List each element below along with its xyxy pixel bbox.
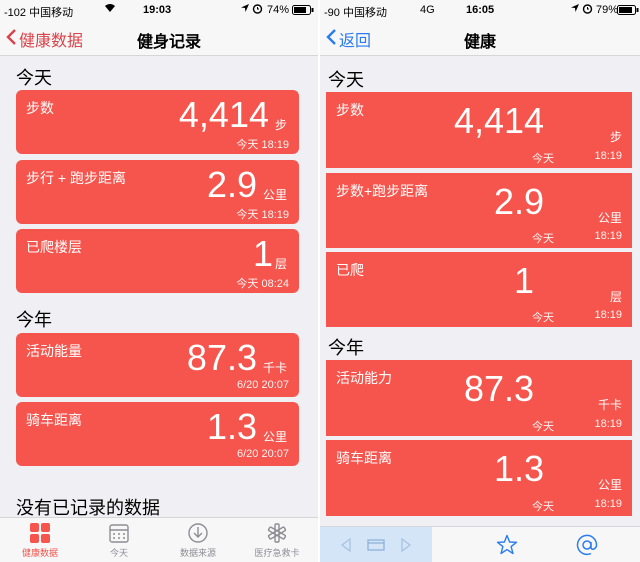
star-icon[interactable] bbox=[496, 534, 518, 561]
battery-percent: 79% bbox=[596, 4, 619, 16]
card-value: 1.3 bbox=[206, 406, 257, 447]
tab-label: 今天 bbox=[109, 548, 128, 558]
card-value: 4,414 bbox=[453, 100, 545, 141]
battery-percent: 74% bbox=[267, 4, 290, 16]
card-label: 活动能量 bbox=[26, 343, 82, 359]
card-unit: 公里 bbox=[597, 478, 622, 492]
signal-carrier: -90 中国移动 bbox=[324, 7, 387, 19]
card-time: 6/20 20:07 bbox=[237, 379, 289, 391]
card-cycling-distance[interactable]: 骑车距离 1.3 公里 今天 18:19 bbox=[326, 440, 632, 516]
status-time: 16:05 bbox=[466, 4, 495, 16]
card-time: 18:19 bbox=[594, 309, 622, 321]
card-unit: 步 bbox=[274, 118, 287, 132]
card-day: 今天 bbox=[532, 153, 554, 165]
location-icon bbox=[570, 3, 580, 16]
card-unit: 公里 bbox=[262, 188, 287, 202]
tab-sources[interactable]: 数据来源 bbox=[158, 522, 238, 559]
card-floors-climbed[interactable]: 已爬 1 层 今天 18:19 bbox=[326, 252, 632, 327]
card-time: 18:19 bbox=[594, 498, 622, 510]
network-type: 4G bbox=[420, 4, 435, 16]
dashboard-icon bbox=[0, 522, 80, 544]
alarm-icon bbox=[582, 3, 593, 17]
page-title: 健康 bbox=[463, 34, 496, 51]
card-day: 今天 bbox=[532, 233, 554, 245]
card-unit: 千卡 bbox=[262, 361, 287, 375]
section-today: 今天 bbox=[328, 70, 364, 90]
left-arrow-icon[interactable] bbox=[340, 537, 352, 557]
card-unit: 步 bbox=[609, 130, 622, 144]
nav-bar: 健康数据 健身记录 bbox=[0, 20, 318, 56]
page-title: 健身记录 bbox=[136, 34, 201, 51]
card-time: 18:19 bbox=[594, 230, 622, 242]
tab-today[interactable]: 今天 bbox=[79, 522, 159, 559]
card-walk-run-distance[interactable]: 步数+跑步距离 2.9 公里 今天 18:19 bbox=[326, 173, 632, 248]
medical-id-icon bbox=[237, 522, 317, 544]
tab-label: 健康数据 bbox=[21, 548, 58, 558]
download-icon bbox=[158, 522, 238, 544]
wifi-icon bbox=[104, 3, 116, 16]
alarm-icon bbox=[252, 3, 263, 17]
nav-bar: 返回 健康 bbox=[320, 20, 640, 56]
section-year: 今年 bbox=[16, 310, 52, 330]
card-time: 今天 18:19 bbox=[236, 139, 289, 151]
tab-health-data[interactable]: 健康数据 bbox=[0, 522, 80, 559]
status-bar: -90 中国移动 4G 16:05 79% bbox=[320, 0, 640, 20]
location-icon bbox=[240, 3, 250, 16]
card-walk-run-distance[interactable]: 步行 + 跑步距离 2.9 公里 今天 18:19 bbox=[16, 160, 299, 224]
tab-label: 医疗急救卡 bbox=[254, 548, 300, 558]
browser-toolbar bbox=[320, 526, 640, 562]
card-label: 骑车距离 bbox=[26, 412, 82, 428]
card-label: 已爬楼层 bbox=[26, 239, 82, 255]
card-day: 今天 bbox=[532, 312, 554, 324]
section-today: 今天 bbox=[16, 68, 52, 88]
left-screen: -102 中国移动 19:03 74% 健康数据 健身记录 今天 步数 4,41… bbox=[0, 0, 318, 562]
card-unit: 公里 bbox=[262, 430, 287, 444]
card-time: 18:19 bbox=[594, 150, 622, 162]
card-value: 2.9 bbox=[206, 164, 257, 205]
card-time: 今天 08:24 bbox=[236, 278, 289, 290]
card-value: 87.3 bbox=[463, 368, 535, 409]
section-year: 今年 bbox=[328, 338, 364, 358]
tab-label: 数据来源 bbox=[179, 548, 216, 558]
card-steps[interactable]: 步数 4,414 步 今天 18:19 bbox=[16, 90, 299, 154]
card-unit: 公里 bbox=[597, 211, 622, 225]
card-active-energy[interactable]: 活动能力 87.3 千卡 今天 18:19 bbox=[326, 360, 632, 436]
card-label: 步数 bbox=[26, 100, 54, 116]
calendar-icon bbox=[79, 522, 159, 544]
card-unit: 层 bbox=[274, 257, 287, 271]
card-time: 今天 18:19 bbox=[236, 209, 289, 221]
tab-medical-id[interactable]: 医疗急救卡 bbox=[237, 522, 317, 559]
card-value: 1.3 bbox=[493, 448, 545, 489]
card-active-energy[interactable]: 活动能量 87.3 千卡 6/20 20:07 bbox=[16, 333, 299, 397]
right-arrow-icon[interactable] bbox=[400, 537, 412, 557]
card-unit: 层 bbox=[609, 290, 622, 304]
card-time: 6/20 20:07 bbox=[237, 448, 289, 460]
card-floors-climbed[interactable]: 已爬楼层 1 层 今天 08:24 bbox=[16, 229, 299, 293]
signal-carrier: -102 中国移动 bbox=[4, 7, 74, 19]
card-value: 2.9 bbox=[493, 181, 545, 222]
card-label: 步行 + 跑步距离 bbox=[26, 170, 126, 186]
tab-icon[interactable] bbox=[367, 538, 385, 557]
battery-icon bbox=[292, 5, 314, 18]
tab-bar: 健康数据 今天 数据来源 医疗急救卡 bbox=[0, 517, 318, 562]
card-steps[interactable]: 步数 4,414 步 今天 18:19 bbox=[326, 92, 632, 168]
card-day: 今天 bbox=[532, 501, 554, 513]
at-icon[interactable] bbox=[576, 534, 598, 561]
card-time: 18:19 bbox=[594, 418, 622, 430]
status-bar: -102 中国移动 19:03 74% bbox=[0, 0, 318, 20]
battery-icon bbox=[617, 5, 639, 18]
nav-controls bbox=[320, 527, 432, 562]
card-value: 87.3 bbox=[186, 337, 257, 378]
right-screen: -90 中国移动 4G 16:05 79% 返回 健康 今天 步数 4,414 … bbox=[320, 0, 640, 562]
card-value: 4,414 bbox=[178, 94, 269, 135]
card-cycling-distance[interactable]: 骑车距离 1.3 公里 6/20 20:07 bbox=[16, 402, 299, 466]
card-value: 1 bbox=[513, 260, 535, 301]
card-day: 今天 bbox=[532, 421, 554, 433]
card-unit: 千卡 bbox=[597, 398, 622, 412]
status-time: 19:03 bbox=[143, 4, 172, 16]
card-value: 1 bbox=[252, 233, 273, 274]
